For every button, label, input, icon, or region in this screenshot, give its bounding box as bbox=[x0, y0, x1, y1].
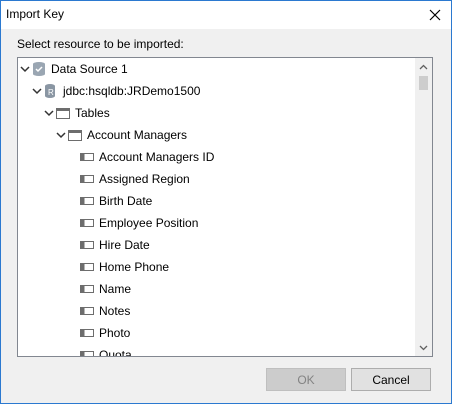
column-icon bbox=[80, 285, 94, 293]
chevron-down-icon[interactable] bbox=[19, 63, 31, 75]
cancel-button[interactable]: Cancel bbox=[351, 368, 431, 391]
tree-node-tables[interactable]: Tables bbox=[18, 102, 414, 124]
tree-node-connection[interactable]: R jdbc:hsqldb:JRDemo1500 bbox=[18, 80, 414, 102]
resource-tree[interactable]: Data Source 1 R jdbc:hsqldb:JRDemo1500 T… bbox=[17, 57, 433, 357]
database-checked-icon bbox=[33, 62, 45, 76]
close-icon bbox=[429, 9, 441, 21]
column-icon bbox=[80, 197, 94, 205]
tree-node-column[interactable]: Employee Position bbox=[18, 212, 414, 234]
tree-node-label: Name bbox=[99, 282, 132, 296]
tree-node-label: Account Managers ID bbox=[99, 150, 215, 164]
tree-node-column[interactable]: Home Phone bbox=[18, 256, 414, 278]
tree-node-column[interactable]: Photo bbox=[18, 322, 414, 344]
tree-node-label: Quota bbox=[99, 348, 132, 357]
tree-node-label: Account Managers bbox=[87, 128, 188, 142]
tree-node-label: Home Phone bbox=[99, 260, 170, 274]
window-title: Import Key bbox=[6, 7, 65, 21]
tree-node-label: jdbc:hsqldb:JRDemo1500 bbox=[63, 84, 201, 98]
chevron-down-icon bbox=[419, 345, 428, 350]
scroll-down-button[interactable] bbox=[415, 339, 432, 356]
tree-node-column[interactable]: Hire Date bbox=[18, 234, 414, 256]
title-bar: Import Key bbox=[1, 1, 451, 29]
tree-node-label: Birth Date bbox=[99, 194, 153, 208]
folder-table-icon bbox=[56, 108, 70, 119]
tree-node-column[interactable]: Account Managers ID bbox=[18, 146, 414, 168]
import-key-dialog: Import Key Select resource to be importe… bbox=[0, 0, 452, 404]
ok-button[interactable]: OK bbox=[266, 368, 346, 391]
prompt-label: Select resource to be imported: bbox=[17, 37, 184, 51]
table-icon bbox=[68, 130, 82, 141]
tree-node-column[interactable]: Name bbox=[18, 278, 414, 300]
tree-node-label: Photo bbox=[99, 326, 131, 340]
column-icon bbox=[80, 153, 94, 161]
chevron-down-icon[interactable] bbox=[43, 107, 55, 119]
svg-text:R: R bbox=[48, 88, 54, 97]
tree-node-column[interactable]: Birth Date bbox=[18, 190, 414, 212]
column-icon bbox=[80, 329, 94, 337]
tree-node-column[interactable]: Notes bbox=[18, 300, 414, 322]
tree-node-label: Employee Position bbox=[99, 216, 199, 230]
tree-node-account-managers[interactable]: Account Managers bbox=[18, 124, 414, 146]
tree-node-label: Assigned Region bbox=[99, 172, 190, 186]
chevron-up-icon bbox=[419, 64, 428, 69]
column-icon bbox=[80, 263, 94, 271]
chevron-down-icon[interactable] bbox=[55, 129, 67, 141]
vertical-scrollbar[interactable] bbox=[415, 58, 432, 356]
tree-node-label: Tables bbox=[75, 106, 110, 120]
database-icon: R bbox=[45, 84, 55, 98]
tree-node-column[interactable]: Assigned Region bbox=[18, 168, 414, 190]
column-icon bbox=[80, 175, 94, 183]
column-icon bbox=[80, 241, 94, 249]
tree-node-label: Hire Date bbox=[99, 238, 150, 252]
close-button[interactable] bbox=[423, 3, 447, 27]
tree-node-data-source[interactable]: Data Source 1 bbox=[18, 58, 414, 80]
column-icon bbox=[80, 219, 94, 227]
tree-node-column[interactable]: Quota bbox=[18, 344, 414, 357]
tree-node-label: Data Source 1 bbox=[51, 62, 128, 76]
column-icon bbox=[80, 307, 94, 315]
chevron-down-icon[interactable] bbox=[31, 85, 43, 97]
scroll-up-button[interactable] bbox=[415, 58, 432, 75]
scroll-thumb[interactable] bbox=[419, 76, 428, 90]
column-icon bbox=[80, 351, 94, 356]
tree-node-label: Notes bbox=[99, 304, 131, 318]
